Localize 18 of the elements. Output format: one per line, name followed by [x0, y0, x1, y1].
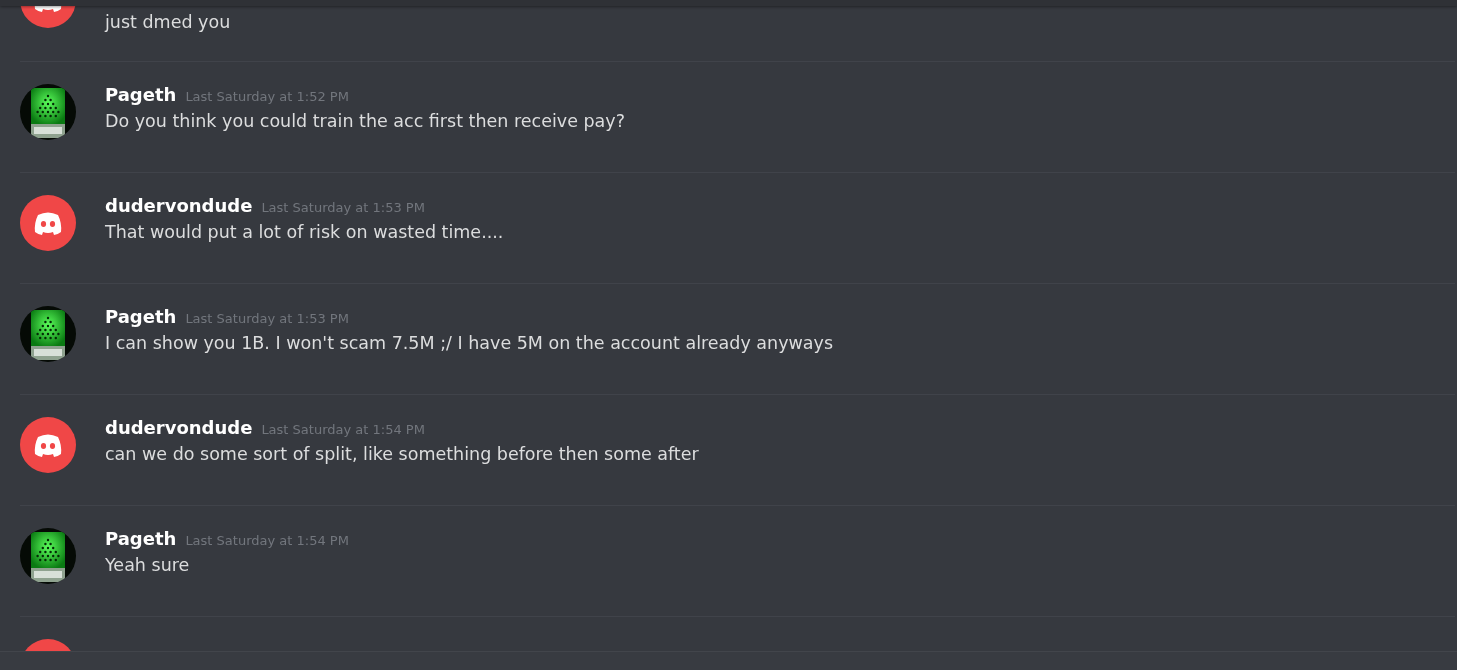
message-text: Yeah sure	[105, 555, 191, 575]
timestamp: Last Saturday at 1:54 PM	[185, 533, 349, 548]
avatar-icon	[20, 195, 76, 251]
message-text: just dmed you	[105, 12, 231, 32]
username[interactable]: Pageth	[105, 306, 177, 327]
timestamp: Last Saturday at 1:53 PM	[185, 311, 349, 326]
message-text: can we do some sort of split, like something before then some after	[105, 444, 699, 464]
timestamp: Last Saturday at 1:54 PM	[261, 422, 425, 437]
message-text: I can show you 1B. I won't scam 7.5M ;/ I have 5M on the account already anyways	[105, 333, 834, 353]
username[interactable]: Pageth	[105, 528, 177, 549]
message-text: That would put a lot of risk on wasted time....	[105, 222, 504, 242]
username[interactable]: dudervondude	[105, 195, 253, 216]
username[interactable]: Pageth	[105, 84, 177, 105]
timestamp: Last Saturday at 1:53 PM	[261, 200, 425, 215]
timestamp: Last Saturday at 1:52 PM	[185, 89, 349, 104]
username[interactable]: dudervondude	[105, 417, 253, 438]
message-text: Do you think you could train the acc first then receive pay?	[105, 111, 625, 131]
avatar-icon	[20, 417, 76, 473]
